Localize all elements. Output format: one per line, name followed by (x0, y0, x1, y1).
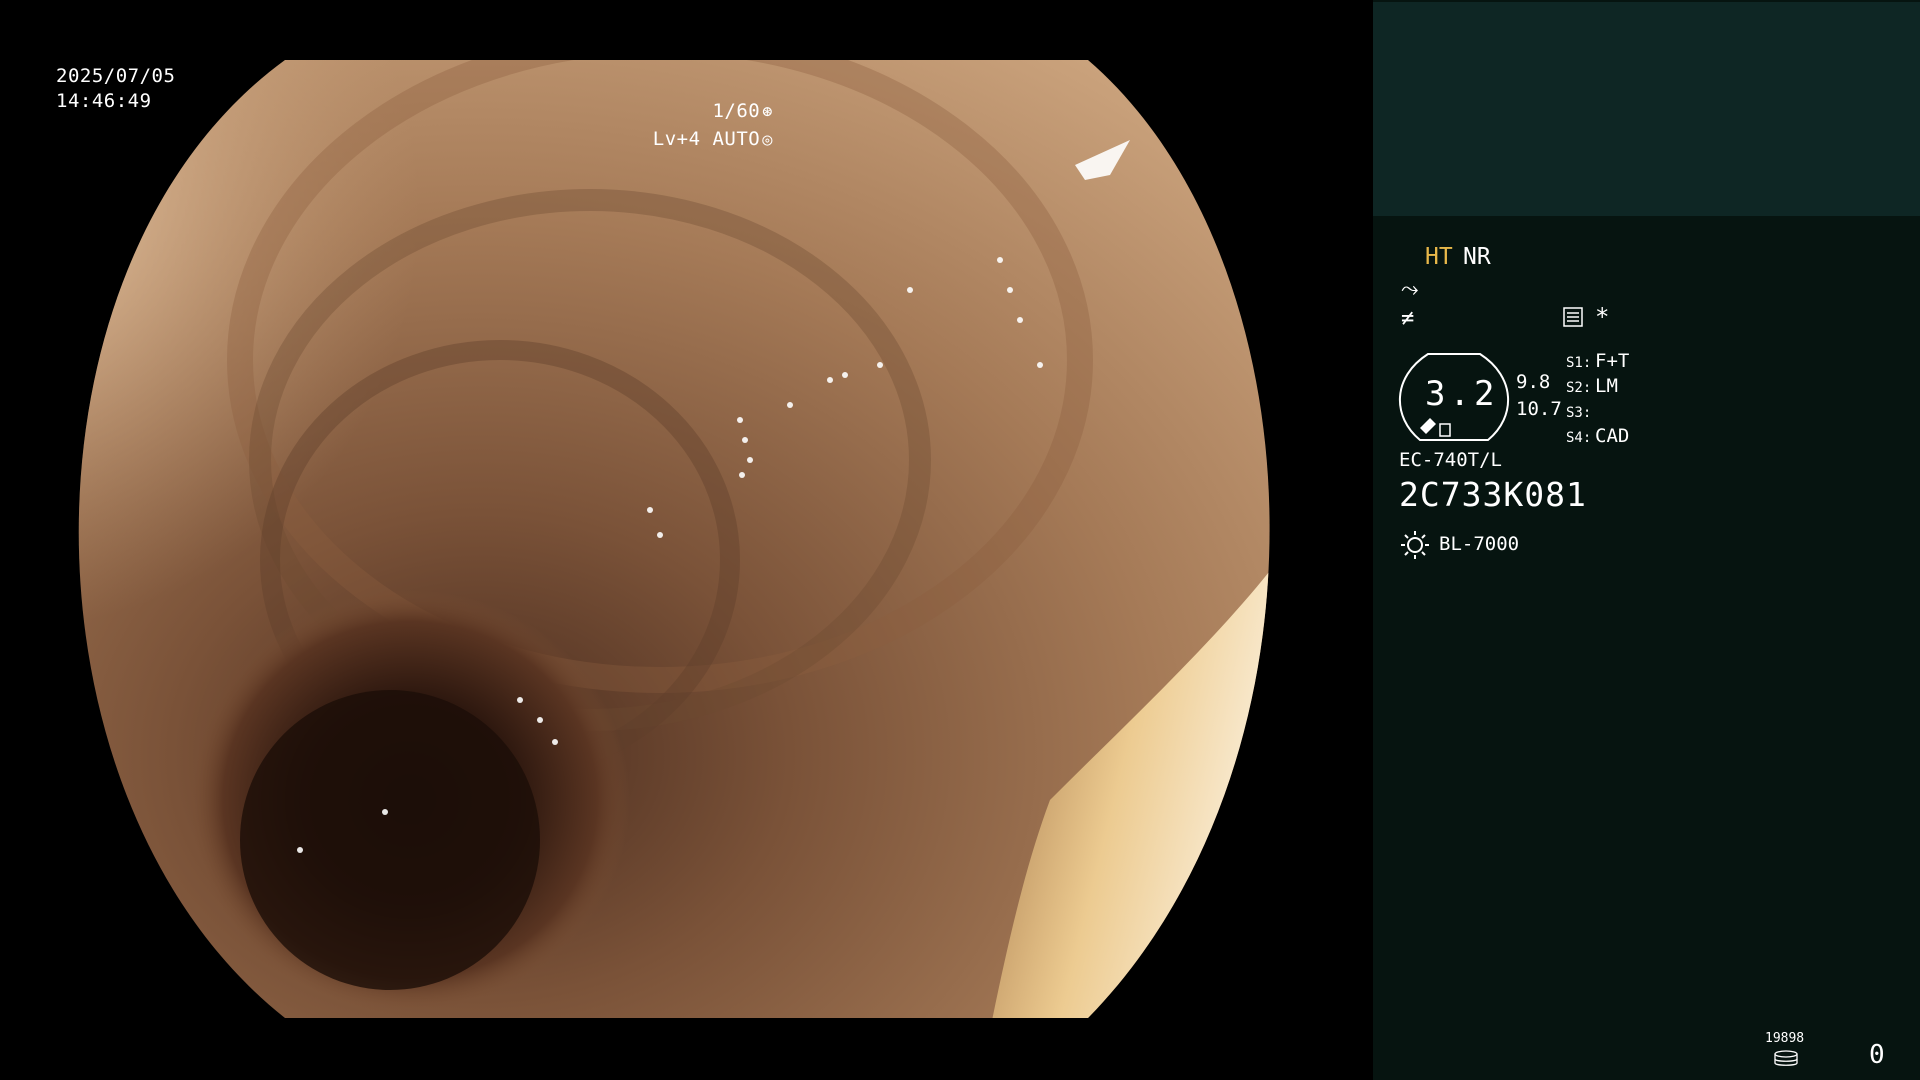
endoscopic-image (78, 60, 1270, 1018)
date-readout: 2025/07/05 (56, 65, 176, 87)
image-counter: 0 (1869, 1040, 1885, 1070)
fov-value-1: 9.8 (1516, 371, 1551, 393)
exposure-readout: Lv+4 AUTO ◎ (653, 127, 773, 152)
enhancement-curve-icon: ⤳ (1401, 277, 1419, 302)
switch-label: S2: (1566, 380, 1592, 396)
iris-icon: ◎ (762, 130, 773, 150)
switch-label: S1: (1566, 355, 1592, 371)
time-readout: 14:46:49 (56, 90, 152, 112)
ht-indicator: HT (1425, 244, 1453, 270)
switch-value: LM (1595, 375, 1618, 397)
shutter-value: 1/60 (712, 100, 761, 122)
endoscopy-view: 2025/07/05 14:46:49 1/60 ⊛ Lv+4 AUTO ◎ (0, 0, 1373, 1080)
fov-value-2: 10.7 (1516, 398, 1562, 420)
storage-count: 19898 (1765, 1031, 1805, 1046)
aperture-icon: ⊛ (762, 102, 773, 122)
scope-serial: 2C733K081 (1399, 475, 1587, 514)
mode-asterisk: * (1595, 303, 1610, 331)
light-source-label: BL-7000 (1439, 533, 1520, 555)
switch-label: S4: (1566, 430, 1592, 446)
filter-slash-icon: ≠ (1401, 306, 1415, 331)
switch-value: CAD (1595, 425, 1630, 447)
switch-value: F+T (1595, 350, 1630, 372)
disk-icon (1774, 1050, 1798, 1066)
scope-model: EC-740T/L (1399, 449, 1502, 471)
exposure-value: Lv+4 AUTO (652, 128, 761, 150)
info-panel: HT NR ⤳ ≠ * 3.2 9.8 10.7 S1: F+T S2: LM … (1373, 0, 1920, 1080)
light-source-icon (1401, 531, 1429, 559)
shutter-readout: 1/60 ⊛ (712, 99, 773, 124)
panel-header-area (1373, 2, 1920, 216)
settings-list-icon (1563, 307, 1583, 327)
switch-label: S3: (1566, 405, 1592, 421)
zoom-value: 3.2 (1425, 374, 1499, 414)
nr-indicator: NR (1463, 244, 1491, 270)
